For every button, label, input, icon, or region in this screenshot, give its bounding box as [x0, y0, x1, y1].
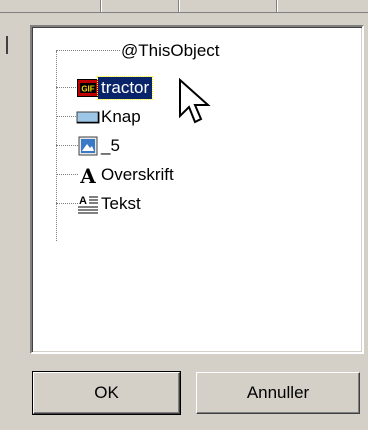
tree-item-label: _5: [101, 136, 120, 155]
svg-text:A: A: [79, 165, 96, 185]
text-block-icon: A: [78, 195, 98, 214]
mouse-pointer-icon: [179, 78, 211, 124]
gif-image-icon: GIF: [77, 79, 99, 97]
parent-window-edge: [6, 36, 8, 54]
tree-item-overskrift[interactable]: A Overskrift: [32, 162, 332, 188]
tree-item-label: Tekst: [101, 194, 141, 213]
svg-text:A: A: [79, 195, 87, 207]
svg-text:GIF: GIF: [81, 85, 94, 94]
tree-item-5[interactable]: _5: [32, 133, 332, 159]
cancel-button[interactable]: Annuller: [196, 372, 360, 414]
heading-a-icon: A: [79, 165, 96, 185]
tree-item-label: Knap: [101, 107, 141, 126]
tree-item-label: tractor: [96, 76, 154, 100]
tree-item-label: Overskrift: [101, 165, 174, 184]
ok-button[interactable]: OK: [32, 371, 181, 415]
tree-item-label: @ThisObject: [121, 41, 220, 60]
object-picker-dialog: @ThisObject GIF tractor Knap _5 A Oversk…: [0, 0, 368, 430]
object-tree-list[interactable]: @ThisObject GIF tractor Knap _5 A Oversk…: [30, 25, 364, 354]
tree-item-thisobject[interactable]: @ThisObject: [32, 38, 332, 64]
parent-window-header-strip: [0, 0, 368, 13]
tree-item-tekst[interactable]: A Tekst: [32, 191, 332, 217]
button-control-icon: [76, 111, 100, 124]
picture-icon: [78, 136, 98, 156]
